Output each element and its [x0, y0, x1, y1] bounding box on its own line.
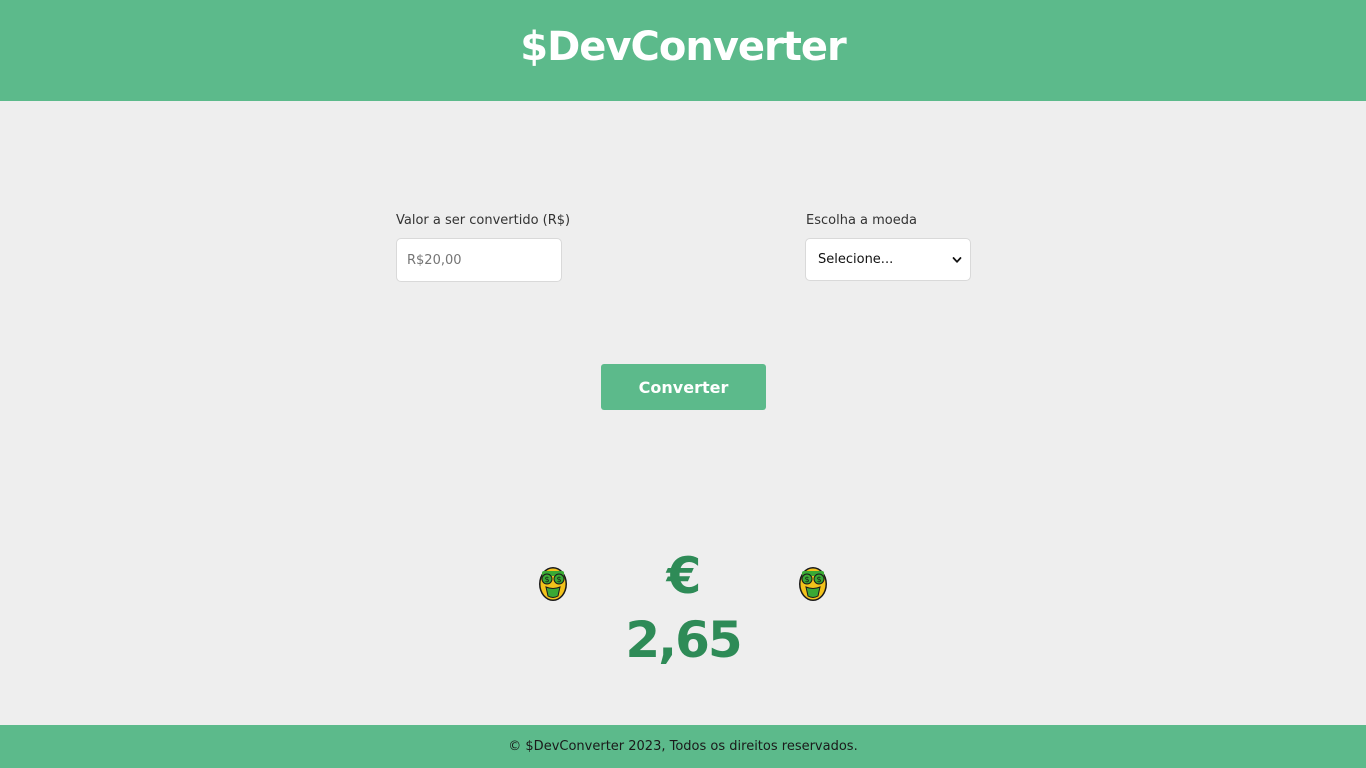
chevron-down-icon [952, 256, 962, 263]
value-field-label: Valor a ser convertido (R$) [396, 213, 571, 228]
svg-text:$: $ [556, 575, 561, 584]
currency-select-value: Selecione... [818, 252, 894, 267]
svg-text:$: $ [544, 575, 549, 584]
currency-field-label: Escolha a moeda [806, 213, 917, 228]
svg-text:$: $ [816, 575, 821, 584]
currency-select[interactable]: Selecione... [805, 238, 971, 281]
app-title: $DevConverter [520, 23, 846, 70]
value-input[interactable] [396, 238, 562, 282]
svg-text:$: $ [804, 575, 809, 584]
footer-copyright: © $DevConverter 2023, Todos os direitos … [508, 739, 858, 754]
app-footer: © $DevConverter 2023, Todos os direitos … [0, 725, 1366, 768]
convert-button[interactable]: Converter [601, 364, 766, 410]
money-mouth-face-icon: $ $ [799, 567, 827, 601]
money-mouth-face-icon: $ $ [539, 567, 567, 601]
conversion-result: € 2,65 [625, 547, 742, 669]
app-header: $DevConverter [0, 0, 1366, 101]
